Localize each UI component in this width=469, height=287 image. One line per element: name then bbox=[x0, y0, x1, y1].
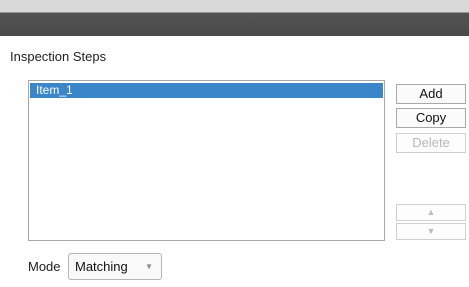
down-arrow-icon: ▼ bbox=[426, 226, 436, 236]
delete-button[interactable]: Delete bbox=[396, 133, 466, 153]
header-bar bbox=[0, 0, 469, 36]
list-item[interactable]: Item_1 bbox=[30, 83, 383, 98]
move-down-button[interactable]: ▼ bbox=[396, 223, 466, 240]
mode-label: Mode bbox=[28, 259, 61, 274]
inspection-steps-list[interactable]: Item_1 bbox=[28, 80, 385, 241]
move-up-button[interactable]: ▲ bbox=[396, 204, 466, 221]
section-title: Inspection Steps bbox=[10, 49, 107, 64]
up-arrow-icon: ▲ bbox=[426, 207, 436, 217]
mode-select[interactable]: Matching ▼ bbox=[68, 253, 162, 280]
mode-select-value: Matching bbox=[75, 259, 128, 274]
chevron-down-icon: ▼ bbox=[145, 262, 153, 271]
copy-button[interactable]: Copy bbox=[396, 108, 466, 128]
add-button[interactable]: Add bbox=[396, 84, 466, 104]
